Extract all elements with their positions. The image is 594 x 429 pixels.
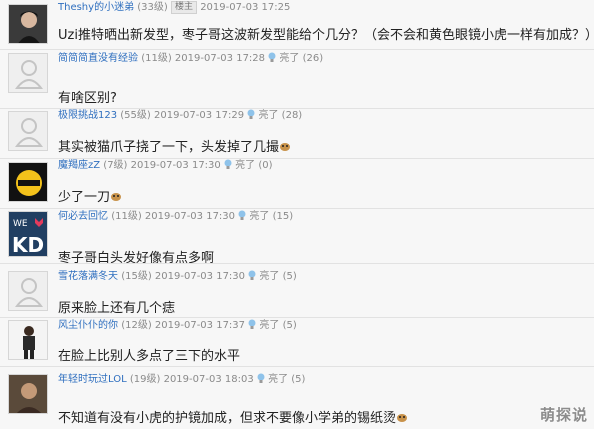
comment-text: Uzi推特晒出新发型，枣子哥这波新发型能给个几分？（会不会和黄色眼镜小虎一样有加… bbox=[58, 28, 594, 43]
user-avatar[interactable] bbox=[8, 53, 48, 93]
user-level: (11级) bbox=[141, 53, 172, 64]
username-link[interactable]: 魔羯座zZ bbox=[58, 160, 100, 171]
username-link[interactable]: Theshy的小迷弟 bbox=[58, 2, 134, 13]
kd-logo-icon: WE KD bbox=[9, 212, 47, 257]
divider bbox=[0, 208, 594, 209]
divider bbox=[0, 263, 594, 264]
comment-thread: Theshy的小迷弟 (33级) 楼主 2019-07-03 17:25 Uzi… bbox=[0, 0, 594, 429]
user-level: (12级) bbox=[121, 320, 152, 331]
comment-meta: 风尘仆仆的你 (12级) 2019-07-03 17:37 亮了 (5) bbox=[58, 319, 297, 333]
like-count[interactable]: 亮了 (0) bbox=[235, 160, 272, 171]
user-avatar[interactable]: WE KD bbox=[8, 211, 48, 257]
comment-text-body: 少了一刀 bbox=[58, 190, 111, 205]
timestamp: 2019-07-03 17:30 bbox=[144, 211, 236, 222]
person-photo-icon bbox=[9, 5, 47, 43]
svg-text:WE: WE bbox=[13, 219, 28, 229]
lightbulb-icon[interactable] bbox=[247, 109, 255, 119]
comment-meta: 魔羯座zZ (7级) 2019-07-03 17:30 亮了 (0) bbox=[58, 159, 273, 173]
comment-meta: 极限挑战123 (55级) 2019-07-03 17:29 亮了 (28) bbox=[58, 109, 302, 123]
timestamp: 2019-07-03 18:03 bbox=[163, 374, 254, 385]
lightbulb-icon[interactable] bbox=[238, 210, 246, 220]
comment-text: 不知道有没有小虎的护镜加成，但求不要像小学弟的锡纸烫 bbox=[58, 410, 408, 428]
lightbulb-icon[interactable] bbox=[248, 270, 256, 280]
default-avatar-icon bbox=[9, 112, 47, 150]
user-level: (15级) bbox=[121, 271, 152, 282]
default-avatar-icon bbox=[9, 54, 47, 92]
watermark: 萌探说 bbox=[539, 406, 588, 424]
svg-text:KD: KD bbox=[12, 233, 44, 257]
user-avatar[interactable] bbox=[8, 271, 48, 311]
comment-meta: 何必去回忆 (11级) 2019-07-03 17:30 亮了 (15) bbox=[58, 210, 293, 224]
lightbulb-icon[interactable] bbox=[257, 373, 265, 383]
timestamp: 2019-07-03 17:25 bbox=[200, 2, 291, 13]
user-level: (7级) bbox=[103, 160, 128, 171]
lightbulb-icon[interactable] bbox=[268, 52, 276, 62]
person-photo-icon bbox=[9, 375, 47, 413]
lamang-logo-icon bbox=[9, 163, 47, 201]
username-link[interactable]: 风尘仆仆的你 bbox=[58, 320, 118, 331]
lightbulb-icon[interactable] bbox=[248, 319, 256, 329]
comment-text-body: 不知道有没有小虎的护镜加成，但求不要像小学弟的锡纸烫 bbox=[58, 411, 397, 426]
timestamp: 2019-07-03 17:37 bbox=[154, 320, 246, 331]
like-count[interactable]: 亮了 (28) bbox=[259, 110, 303, 121]
user-level: (11级) bbox=[111, 211, 142, 222]
username-link[interactable]: 简简简直没有经验 bbox=[58, 53, 138, 64]
username-link[interactable]: 何必去回忆 bbox=[58, 211, 108, 222]
username-link[interactable]: 雪花落满冬天 bbox=[58, 271, 118, 282]
user-avatar[interactable] bbox=[8, 162, 48, 202]
op-badge: 楼主 bbox=[170, 1, 197, 14]
comment-text: 原来脸上还有几个痣 bbox=[58, 301, 176, 316]
timestamp: 2019-07-03 17:30 bbox=[154, 271, 246, 282]
comment-text: 在脸上比别人多点了三下的水平 bbox=[58, 349, 241, 364]
person-figure-icon bbox=[9, 321, 47, 359]
comment-meta: 雪花落满冬天 (15级) 2019-07-03 17:30 亮了 (5) bbox=[58, 270, 297, 284]
user-level: (19级) bbox=[129, 374, 161, 385]
dog-emoji-icon bbox=[111, 193, 122, 201]
like-count[interactable]: 亮了 (15) bbox=[249, 211, 293, 222]
comment-meta: 简简简直没有经验 (11级) 2019-07-03 17:28 亮了 (26) bbox=[58, 52, 323, 66]
divider bbox=[0, 317, 594, 318]
like-count[interactable]: 亮了 (26) bbox=[279, 53, 323, 64]
user-avatar[interactable] bbox=[8, 111, 48, 151]
timestamp: 2019-07-03 17:28 bbox=[174, 53, 266, 64]
timestamp: 2019-07-03 17:29 bbox=[154, 110, 245, 121]
username-link[interactable]: 年轻时玩过LOL bbox=[58, 374, 127, 385]
user-avatar[interactable] bbox=[8, 374, 48, 414]
username-link[interactable]: 极限挑战123 bbox=[58, 110, 117, 121]
default-avatar-icon bbox=[9, 272, 47, 310]
comment-meta: 年轻时玩过LOL (19级) 2019-07-03 18:03 亮了 (5) bbox=[58, 373, 305, 387]
like-count[interactable]: 亮了 (5) bbox=[259, 320, 296, 331]
comment-text: 枣子哥白头发好像有点多啊 bbox=[58, 251, 215, 266]
divider bbox=[0, 366, 594, 367]
like-count[interactable]: 亮了 (5) bbox=[268, 374, 305, 385]
user-level: (55级) bbox=[120, 110, 151, 121]
user-avatar[interactable] bbox=[8, 4, 48, 44]
user-level: (33级) bbox=[137, 2, 168, 13]
comment-text-body: 其实被猫爪子挠了一下，头发掉了几撮 bbox=[58, 140, 280, 155]
like-count[interactable]: 亮了 (5) bbox=[259, 271, 296, 282]
comment-text: 少了一刀 bbox=[58, 189, 122, 207]
user-avatar[interactable] bbox=[8, 320, 48, 360]
dog-emoji-icon bbox=[397, 414, 408, 422]
divider bbox=[0, 49, 594, 50]
timestamp: 2019-07-03 17:30 bbox=[130, 160, 221, 171]
dog-emoji-icon bbox=[280, 143, 291, 151]
comment-meta: Theshy的小迷弟 (33级) 楼主 2019-07-03 17:25 bbox=[58, 1, 290, 15]
comment-text: 有啥区别? bbox=[58, 91, 117, 106]
comment-text: 其实被猫爪子挠了一下，头发掉了几撮 bbox=[58, 139, 291, 157]
lightbulb-icon[interactable] bbox=[224, 159, 232, 169]
